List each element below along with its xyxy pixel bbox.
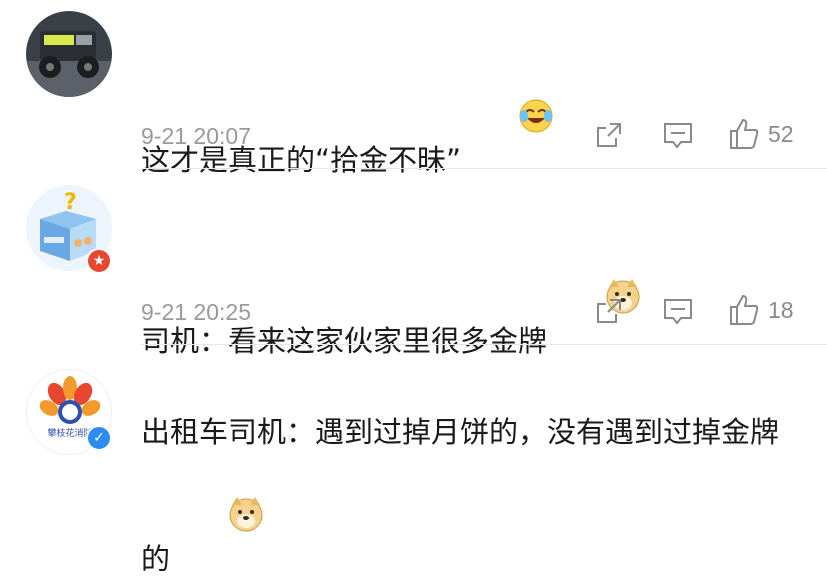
divider — [141, 168, 827, 169]
thumbs-up-icon — [730, 294, 759, 325]
thumbs-up-icon — [730, 118, 759, 149]
jeep-avatar[interactable] — [26, 11, 112, 97]
like-button[interactable]: 18 — [728, 293, 794, 327]
comment-icon — [664, 299, 692, 325]
like-button[interactable]: 52 — [728, 117, 794, 151]
doge-emoji — [172, 453, 265, 586]
divider — [141, 344, 827, 345]
comment-item: 这才是真正的“拾金不昧” 9-21 20:07 52 — [0, 0, 827, 177]
comment-item: ? ★ 司机：看来这家伙家里很多金牌 9-21 20:25 18 — [0, 170, 827, 358]
reply-button[interactable] — [662, 297, 694, 327]
share-icon — [597, 299, 621, 323]
red-star-badge: ★ — [86, 248, 112, 274]
comment-text: 出租车司机：遇到过掉月饼的，没有遇到过掉金牌的 — [141, 411, 801, 586]
comment-time: 9-21 20:25 — [141, 299, 251, 325]
comment-time: 9-21 20:07 — [141, 123, 251, 149]
share-button[interactable] — [594, 296, 624, 326]
share-icon — [597, 123, 621, 147]
share-button[interactable] — [594, 120, 624, 150]
comment-item: 攀枝花消防 ✓ 出租车司机：遇到过掉月饼的，没有遇到过掉金牌的 — [0, 347, 827, 576]
comment-icon — [664, 123, 692, 149]
svg-text:?: ? — [64, 190, 77, 215]
like-count: 52 — [768, 120, 794, 147]
like-count: 18 — [768, 296, 794, 323]
reply-button[interactable] — [662, 121, 694, 151]
blue-verified-badge: ✓ — [86, 425, 112, 451]
